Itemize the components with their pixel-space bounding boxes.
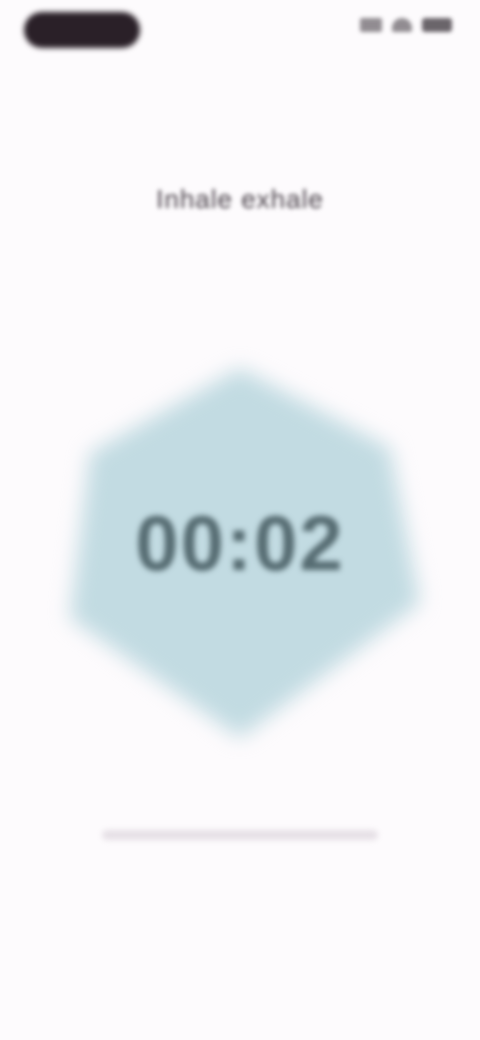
- instruction-text-placeholder: [102, 830, 378, 840]
- breathing-timer[interactable]: 00:02: [40, 348, 440, 758]
- battery-icon: [422, 18, 452, 32]
- status-pill: [24, 12, 140, 48]
- status-bar: [0, 0, 480, 64]
- timer-display: 00:02: [135, 499, 345, 587]
- signal-icon: [360, 18, 382, 32]
- status-icons: [360, 18, 452, 32]
- wifi-icon: [392, 18, 412, 32]
- screen-title: Inhale exhale: [156, 184, 324, 214]
